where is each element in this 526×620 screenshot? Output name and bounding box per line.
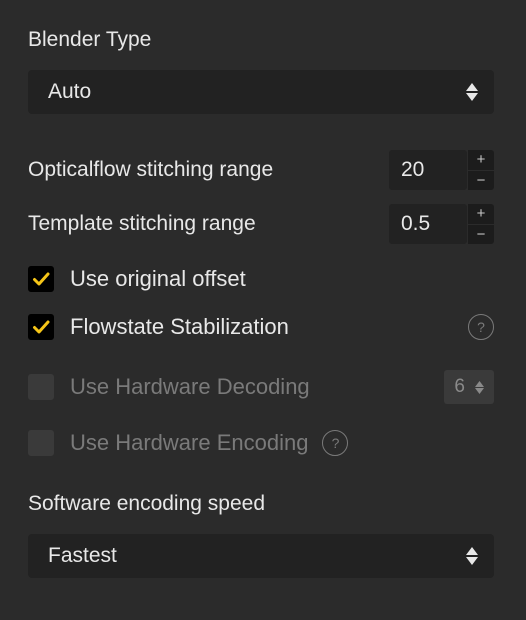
hw-decoding-stepper: 6 bbox=[444, 370, 494, 404]
use-original-offset-row[interactable]: Use original offset bbox=[28, 266, 494, 292]
hw-encoding-help-icon: ? bbox=[322, 430, 348, 456]
template-stepper[interactable]: 0.5 + − bbox=[389, 204, 494, 244]
opticalflow-increment[interactable]: + bbox=[468, 150, 494, 170]
opticalflow-value[interactable]: 20 bbox=[389, 150, 467, 190]
checkmark-icon bbox=[32, 270, 50, 288]
flowstate-help-icon[interactable]: ? bbox=[468, 314, 494, 340]
checkmark-icon bbox=[32, 318, 50, 336]
template-increment[interactable]: + bbox=[468, 204, 494, 224]
chevron-up-down-icon bbox=[475, 381, 484, 394]
blender-type-heading: Blender Type bbox=[28, 28, 494, 52]
hw-encoding-row: Use Hardware Encoding ? bbox=[28, 430, 494, 456]
opticalflow-stepper[interactable]: 20 + − bbox=[389, 150, 494, 190]
use-original-offset-checkbox[interactable] bbox=[28, 266, 54, 292]
encoding-speed-select[interactable]: Fastest bbox=[28, 534, 494, 578]
blender-type-value: Auto bbox=[48, 80, 91, 104]
opticalflow-row: Opticalflow stitching range 20 + − bbox=[28, 150, 494, 190]
settings-panel: Blender Type Auto Opticalflow stitching … bbox=[0, 0, 526, 620]
template-label: Template stitching range bbox=[28, 212, 256, 236]
blender-type-select[interactable]: Auto bbox=[28, 70, 494, 114]
template-decrement[interactable]: − bbox=[468, 225, 494, 245]
hw-encoding-label: Use Hardware Encoding bbox=[70, 430, 308, 456]
flowstate-row[interactable]: Flowstate Stabilization ? bbox=[28, 314, 494, 340]
encoding-speed-heading: Software encoding speed bbox=[28, 492, 494, 516]
chevron-up-down-icon bbox=[466, 547, 478, 565]
hw-encoding-checkbox bbox=[28, 430, 54, 456]
hw-decoding-value: 6 bbox=[454, 376, 465, 398]
template-value[interactable]: 0.5 bbox=[389, 204, 467, 244]
hw-decoding-label: Use Hardware Decoding bbox=[70, 374, 430, 400]
opticalflow-decrement[interactable]: − bbox=[468, 171, 494, 191]
encoding-speed-value: Fastest bbox=[48, 544, 117, 568]
hw-decoding-checkbox bbox=[28, 374, 54, 400]
flowstate-label: Flowstate Stabilization bbox=[70, 314, 468, 340]
opticalflow-label: Opticalflow stitching range bbox=[28, 158, 273, 182]
chevron-up-down-icon bbox=[466, 83, 478, 101]
flowstate-checkbox[interactable] bbox=[28, 314, 54, 340]
use-original-offset-label: Use original offset bbox=[70, 266, 494, 292]
template-row: Template stitching range 0.5 + − bbox=[28, 204, 494, 244]
hw-decoding-row: Use Hardware Decoding 6 bbox=[28, 370, 494, 404]
